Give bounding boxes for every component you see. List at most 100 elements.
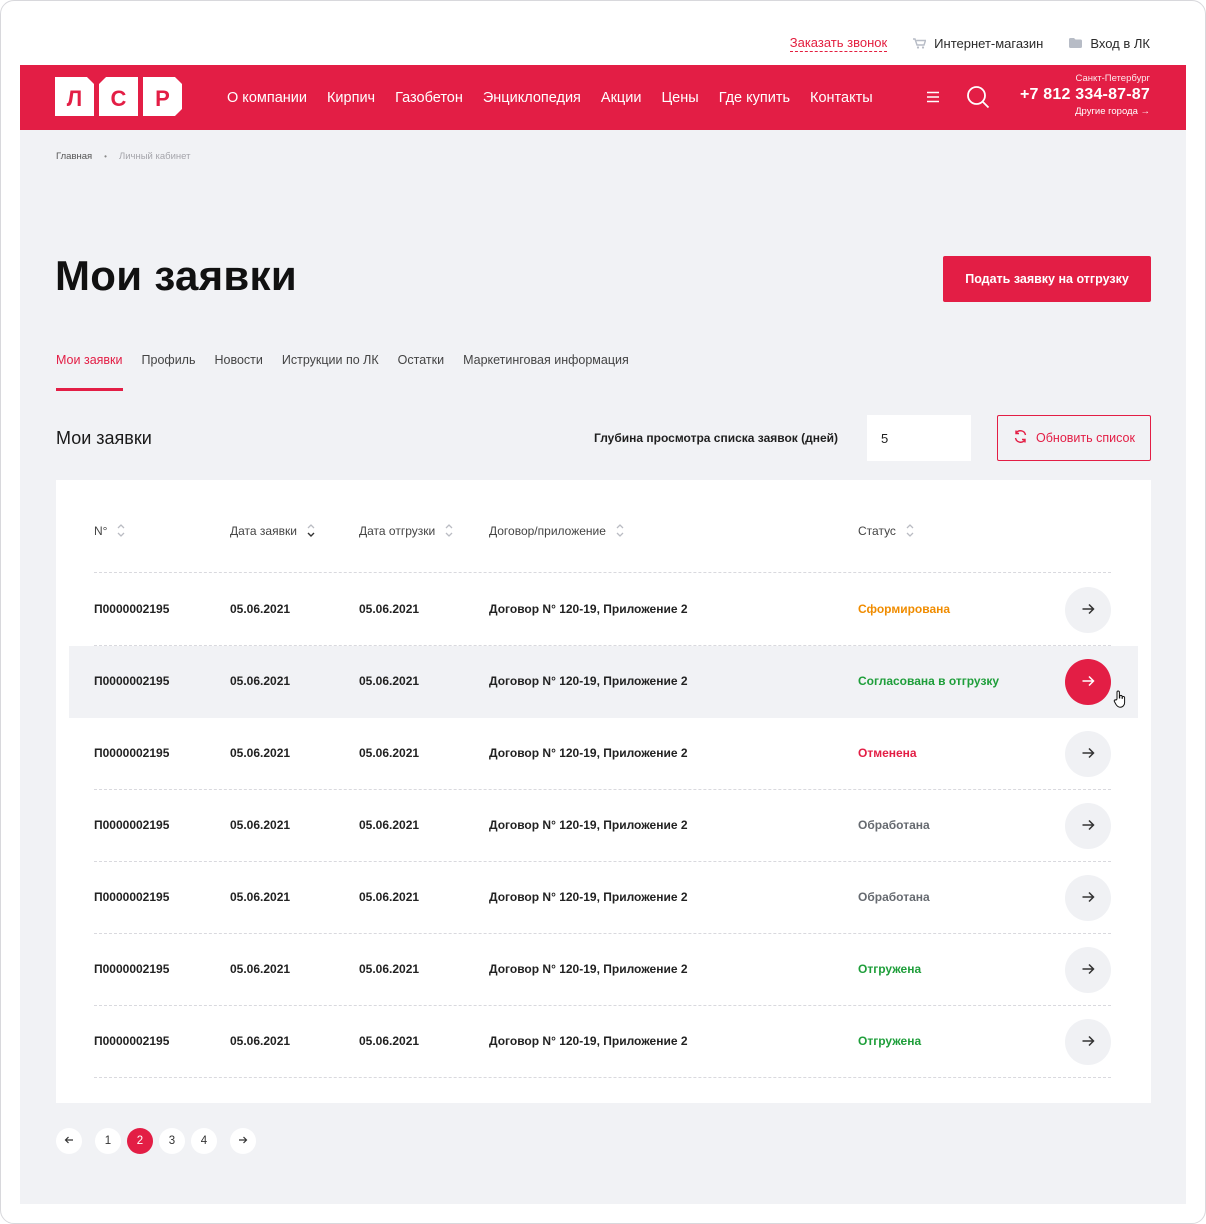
table-row[interactable]: П0000002195 05.06.2021 05.06.2021 Договор N… [94,862,1111,934]
nav-where-to-buy[interactable]: Где купить [719,90,790,106]
table-row[interactable]: П0000002195 05.06.2021 05.06.2021 Договор N… [94,574,1111,646]
arrow-right-icon [1081,674,1095,691]
request-number-cell: П0000002195 [94,602,170,616]
contract-cell: Договор N° 120-19, Приложение 2 [489,962,688,976]
logo-tile-l: Л [55,77,94,116]
column-number-label: N° [94,523,108,538]
table-row[interactable]: П0000002195 05.06.2021 05.06.2021 Договор N… [94,934,1111,1006]
order-date-cell: 05.06.2021 [230,602,291,616]
online-shop-link[interactable]: Интернет-магазин [913,36,1043,51]
column-contract[interactable]: Договор/приложение [489,523,624,538]
depth-days-input[interactable] [867,415,971,461]
contract-cell: Договор N° 120-19, Приложение 2 [489,1034,688,1048]
nav-gas-concrete[interactable]: Газобетон [395,90,463,106]
next-page-button[interactable] [230,1128,256,1154]
order-date-cell: 05.06.2021 [230,1034,291,1048]
table-row[interactable]: П0000002195 05.06.2021 05.06.2021 Договор N… [94,718,1111,790]
open-request-button[interactable] [1065,803,1111,849]
column-status[interactable]: Статус [858,523,914,538]
order-date-cell: 05.06.2021 [230,746,291,760]
refresh-list-label: Обновить список [1036,431,1135,445]
nav-promotions[interactable]: Акции [601,90,642,106]
arrow-right-icon [1081,602,1095,619]
tab-stock[interactable]: Остатки [398,353,444,391]
sort-desc-icon [307,523,315,538]
site-header: Л С Р О компании Кирпич Газобетон Энцикл… [20,65,1186,130]
utility-bar: Заказать звонок Интернет-магазин Вход в … [789,33,1150,53]
tab-news[interactable]: Новости [214,353,262,391]
open-request-button[interactable] [1065,659,1111,705]
order-date-cell: 05.06.2021 [230,890,291,904]
column-order-date-label: Дата заявки [230,523,297,538]
nav-brick[interactable]: Кирпич [327,90,375,106]
ship-date-cell: 05.06.2021 [359,602,420,616]
hand-cursor-icon [1113,690,1127,713]
folder-icon [1069,38,1083,48]
request-number-cell: П0000002195 [94,674,170,688]
arrow-right-icon [1081,962,1095,979]
page-1-button[interactable]: 1 [95,1128,121,1154]
page-3-button[interactable]: 3 [159,1128,185,1154]
main-content: Главная • Личный кабинет Мои заявки Пода… [20,130,1186,1204]
order-callback-link[interactable]: Заказать звонок [789,35,888,52]
arrow-right-icon [1081,746,1095,763]
tab-profile[interactable]: Профиль [142,353,196,391]
status-badge: Сформирована [858,602,951,616]
table-header: N° Дата заявки Дата отгрузки Договор/при… [94,480,1111,573]
tab-my-requests[interactable]: Мои заявки [56,353,123,391]
lsr-logo[interactable]: Л С Р [55,77,182,116]
nav-encyclopedia[interactable]: Энциклопедия [483,90,581,106]
main-nav: О компании Кирпич Газобетон Энциклопедия… [227,65,873,130]
order-date-cell: 05.06.2021 [230,818,291,832]
refresh-list-button[interactable]: Обновить список [997,415,1151,461]
column-number[interactable]: N° [94,523,125,538]
breadcrumb-separator: • [104,152,107,161]
requests-table: N° Дата заявки Дата отгрузки Договор/при… [56,480,1151,1103]
arrow-right-icon [1081,1034,1095,1051]
open-request-button[interactable] [1065,731,1111,777]
open-request-button[interactable] [1065,1019,1111,1065]
menu-icon[interactable] [926,90,940,109]
account-tabs: Мои заявки Профиль Новости Иструкции по … [56,353,629,391]
prev-page-button[interactable] [56,1128,82,1154]
arrow-left-icon [64,1135,74,1148]
ship-date-cell: 05.06.2021 [359,890,420,904]
page-4-button[interactable]: 4 [191,1128,217,1154]
breadcrumb-home[interactable]: Главная [56,151,92,162]
status-badge: Согласована в отгрузку [858,674,1000,688]
login-link[interactable]: Вход в ЛК [1069,36,1150,51]
column-order-date[interactable]: Дата заявки [230,523,315,538]
open-request-button[interactable] [1065,947,1111,993]
page-2-button[interactable]: 2 [127,1128,153,1154]
phone-block: Санкт-Петербург +7 812 334-87-87 Другие … [1020,73,1150,117]
table-row[interactable]: П0000002195 05.06.2021 05.06.2021 Договор N… [94,790,1111,862]
column-ship-date[interactable]: Дата отгрузки [359,523,453,538]
nav-contacts[interactable]: Контакты [810,90,873,106]
page-title: Мои заявки [55,252,297,299]
tab-instructions[interactable]: Иструкции по ЛК [282,353,379,391]
other-cities-link[interactable]: Другие города → [1020,106,1150,117]
nav-about[interactable]: О компании [227,90,307,106]
request-number-cell: П0000002195 [94,962,170,976]
submit-shipment-request-button[interactable]: Подать заявку на отгрузку [943,256,1151,302]
arrow-right-icon [238,1135,248,1148]
status-badge: Отгружена [858,1034,922,1048]
open-request-button[interactable] [1065,587,1111,633]
depth-label: Глубина просмотра списка заявок (дней) [594,431,839,445]
phone-number[interactable]: +7 812 334-87-87 [1020,86,1150,104]
header-icons [926,85,990,114]
contract-cell: Договор N° 120-19, Приложение 2 [489,746,688,760]
nav-prices[interactable]: Цены [661,90,698,106]
table-row[interactable]: П0000002195 05.06.2021 05.06.2021 Договор N… [69,646,1138,718]
logo-tile-s: С [99,77,138,116]
ship-date-cell: 05.06.2021 [359,674,420,688]
order-date-cell: 05.06.2021 [230,674,291,688]
request-number-cell: П0000002195 [94,746,170,760]
table-row[interactable]: П0000002195 05.06.2021 05.06.2021 Договор N… [94,1006,1111,1078]
open-request-button[interactable] [1065,875,1111,921]
search-icon[interactable] [966,85,990,114]
column-contract-label: Договор/приложение [489,523,606,538]
ship-date-cell: 05.06.2021 [359,746,420,760]
request-number-cell: П0000002195 [94,1034,170,1048]
tab-marketing-info[interactable]: Маркетинговая информация [463,353,629,391]
